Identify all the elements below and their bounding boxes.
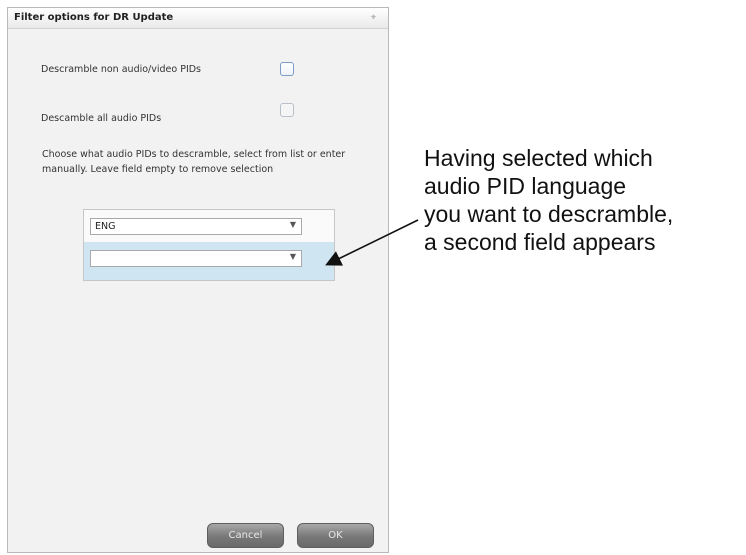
annotation-arrow	[325, 219, 419, 266]
annotation-callout: Having selected which audio PID language…	[424, 144, 744, 256]
annotation-line: audio PID language	[424, 173, 627, 199]
annotation-line: Having selected which	[424, 145, 653, 171]
annotation-line: you want to descramble,	[424, 201, 674, 227]
annotation-line: a second field appears	[424, 229, 656, 255]
